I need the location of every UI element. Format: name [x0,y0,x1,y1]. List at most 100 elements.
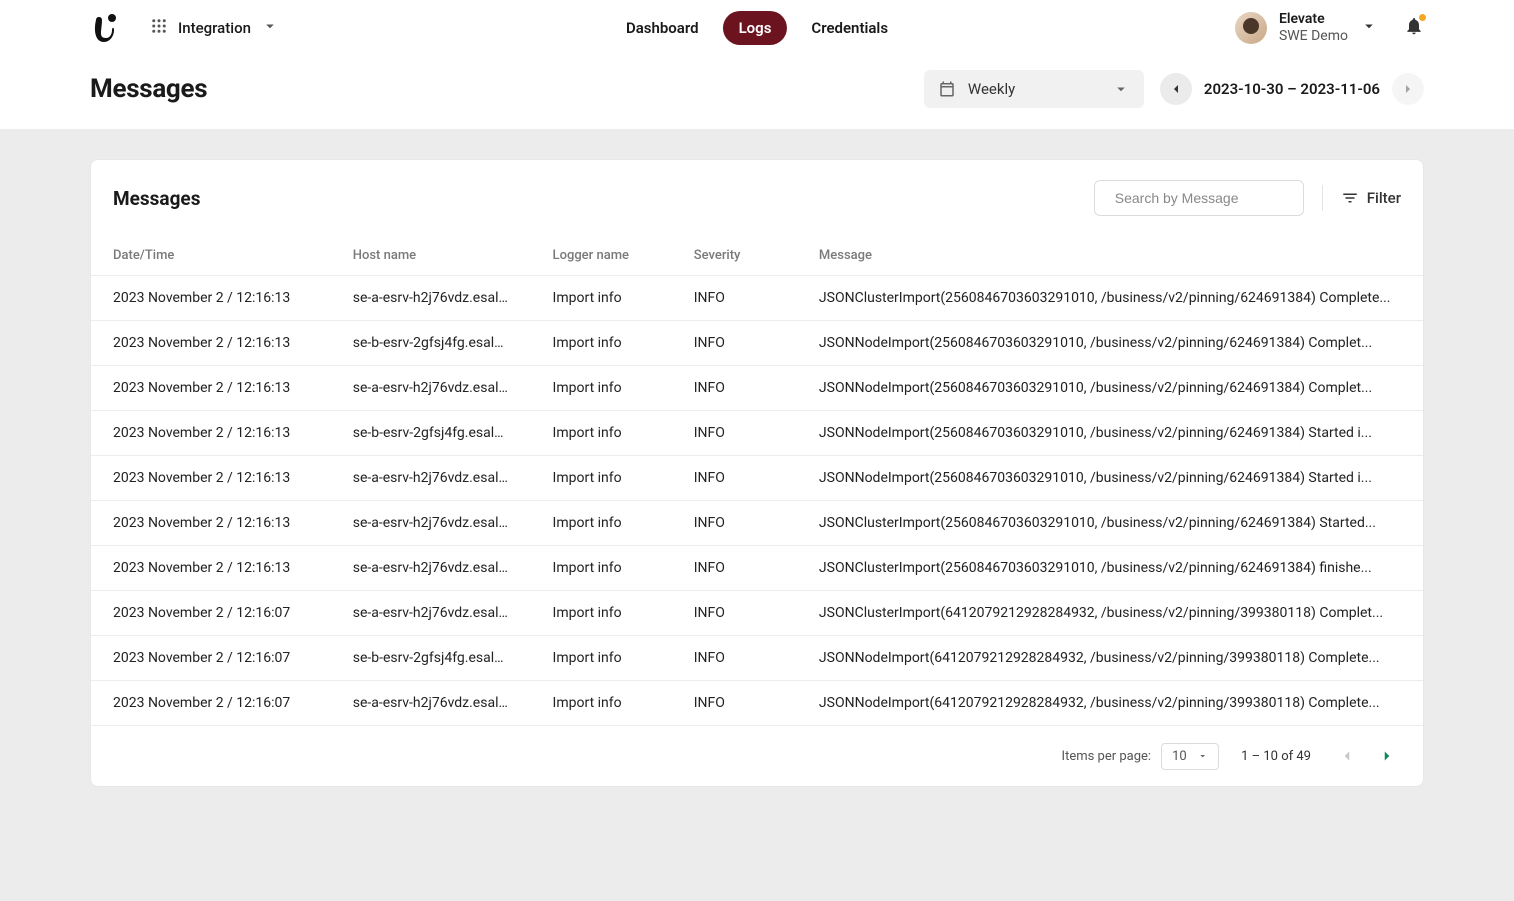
cell-hostname: se-a-esrv-h2j76vdz.esales.ap... [331,681,531,726]
card-title: Messages [113,187,200,210]
filter-button[interactable]: Filter [1341,189,1401,207]
app-switcher[interactable]: Integration [150,17,279,39]
cell-logger: Import info [531,546,664,591]
top-nav: Dashboard Logs Credentials [610,11,904,45]
cell-logger: Import info [531,456,664,501]
cell-message: JSONNodeImport(6412079212928284932, /bus… [797,636,1423,681]
cell-logger: Import info [531,501,664,546]
cell-hostname: se-a-esrv-h2j76vdz.esales.ap... [331,591,531,636]
chevron-right-icon [1378,747,1396,765]
cell-hostname: se-a-esrv-h2j76vdz.esales.ap... [331,366,531,411]
cell-datetime: 2023 November 2 / 12:16:07 [91,591,331,636]
table-row[interactable]: 2023 November 2 / 12:16:07se-b-esrv-2gfs… [91,636,1423,681]
user-subtext: SWE Demo [1279,28,1348,45]
nav-logs[interactable]: Logs [723,11,788,45]
cell-datetime: 2023 November 2 / 12:16:07 [91,681,331,726]
cell-severity: INFO [664,411,797,456]
paginator-prev-button[interactable] [1333,742,1361,770]
table-row[interactable]: 2023 November 2 / 12:16:07se-a-esrv-h2j7… [91,681,1423,726]
cell-message: JSONNodeImport(6412079212928284932, /bus… [797,681,1423,726]
apps-grid-icon [150,17,168,39]
table-row[interactable]: 2023 November 2 / 12:16:07se-a-esrv-h2j7… [91,591,1423,636]
col-header-datetime[interactable]: Date/Time [91,236,331,276]
cell-severity: INFO [664,501,797,546]
cell-message: JSONClusterImport(2560846703603291010, /… [797,276,1423,321]
table-row[interactable]: 2023 November 2 / 12:16:13se-b-esrv-2gfs… [91,411,1423,456]
cell-logger: Import info [531,681,664,726]
cell-severity: INFO [664,276,797,321]
cell-datetime: 2023 November 2 / 12:16:13 [91,546,331,591]
ipp-label: Items per page: [1062,749,1152,764]
cell-datetime: 2023 November 2 / 12:16:13 [91,456,331,501]
page-body: Messages Filter Date/Time Ho [0,129,1514,901]
cell-hostname: se-a-esrv-h2j76vdz.esales.ap... [331,276,531,321]
paginator: Items per page: 10 1 – 10 of 49 [91,726,1423,786]
notifications-button[interactable] [1404,16,1424,40]
cell-logger: Import info [531,591,664,636]
cell-hostname: se-b-esrv-2gfsj4fg.esales.ap... [331,321,531,366]
date-nav: 2023-10-30 – 2023-11-06 [1160,73,1424,105]
periodicity-select[interactable]: Weekly [924,70,1144,108]
chevron-right-icon [1400,81,1416,97]
search-input[interactable] [1115,190,1296,206]
user-name: Elevate [1279,11,1348,28]
brand-logo [90,12,122,44]
col-header-severity[interactable]: Severity [664,236,797,276]
app-header: Integration Dashboard Logs Credentials E… [0,0,1514,56]
avatar [1235,12,1267,44]
page-subheader: Messages Weekly 2023-10-30 – 2023-11-06 [0,56,1514,129]
cell-datetime: 2023 November 2 / 12:16:07 [91,636,331,681]
cell-severity: INFO [664,366,797,411]
cell-message: JSONNodeImport(2560846703603291010, /bus… [797,456,1423,501]
table-row[interactable]: 2023 November 2 / 12:16:13se-a-esrv-h2j7… [91,546,1423,591]
date-prev-button[interactable] [1160,73,1192,105]
date-next-button[interactable] [1392,73,1424,105]
cell-severity: INFO [664,681,797,726]
nav-credentials[interactable]: Credentials [795,11,904,45]
periodicity-value: Weekly [968,80,1100,98]
cell-message: JSONNodeImport(2560846703603291010, /bus… [797,411,1423,456]
cell-logger: Import info [531,411,664,456]
page-title: Messages [90,74,207,104]
messages-table: Date/Time Host name Logger name Severity… [91,236,1423,726]
cell-hostname: se-a-esrv-h2j76vdz.esales.ap... [331,546,531,591]
cell-severity: INFO [664,636,797,681]
cell-datetime: 2023 November 2 / 12:16:13 [91,501,331,546]
chevron-left-icon [1338,747,1356,765]
table-row[interactable]: 2023 November 2 / 12:16:13se-a-esrv-h2j7… [91,276,1423,321]
cell-datetime: 2023 November 2 / 12:16:13 [91,366,331,411]
paginator-arrows [1333,742,1401,770]
cell-logger: Import info [531,636,664,681]
cell-severity: INFO [664,591,797,636]
filter-label: Filter [1367,189,1401,207]
user-menu[interactable]: Elevate SWE Demo [1235,11,1378,45]
cell-message: JSONNodeImport(2560846703603291010, /bus… [797,321,1423,366]
messages-card: Messages Filter Date/Time Ho [90,159,1424,787]
date-range-label: 2023-10-30 – 2023-11-06 [1204,80,1380,98]
nav-dashboard[interactable]: Dashboard [610,11,715,45]
chevron-down-icon [261,17,279,39]
col-header-message[interactable]: Message [797,236,1423,276]
cell-severity: INFO [664,456,797,501]
col-header-logger[interactable]: Logger name [531,236,664,276]
search-input-wrapper[interactable] [1094,180,1304,216]
card-header: Messages Filter [91,160,1423,236]
cell-message: JSONClusterImport(2560846703603291010, /… [797,501,1423,546]
table-row[interactable]: 2023 November 2 / 12:16:13se-b-esrv-2gfs… [91,321,1423,366]
cell-severity: INFO [664,321,797,366]
paginator-next-button[interactable] [1373,742,1401,770]
table-row[interactable]: 2023 November 2 / 12:16:13se-a-esrv-h2j7… [91,501,1423,546]
divider [1322,185,1323,211]
cell-logger: Import info [531,366,664,411]
items-per-page: Items per page: 10 [1062,743,1220,770]
chevron-down-icon [1197,749,1208,763]
cell-hostname: se-a-esrv-h2j76vdz.esales.ap... [331,501,531,546]
table-row[interactable]: 2023 November 2 / 12:16:13se-a-esrv-h2j7… [91,456,1423,501]
chevron-down-icon [1360,17,1378,39]
cell-severity: INFO [664,546,797,591]
table-row[interactable]: 2023 November 2 / 12:16:13se-a-esrv-h2j7… [91,366,1423,411]
notification-dot [1419,14,1426,21]
chevron-down-icon [1112,80,1130,98]
col-header-hostname[interactable]: Host name [331,236,531,276]
ipp-select[interactable]: 10 [1161,743,1219,770]
